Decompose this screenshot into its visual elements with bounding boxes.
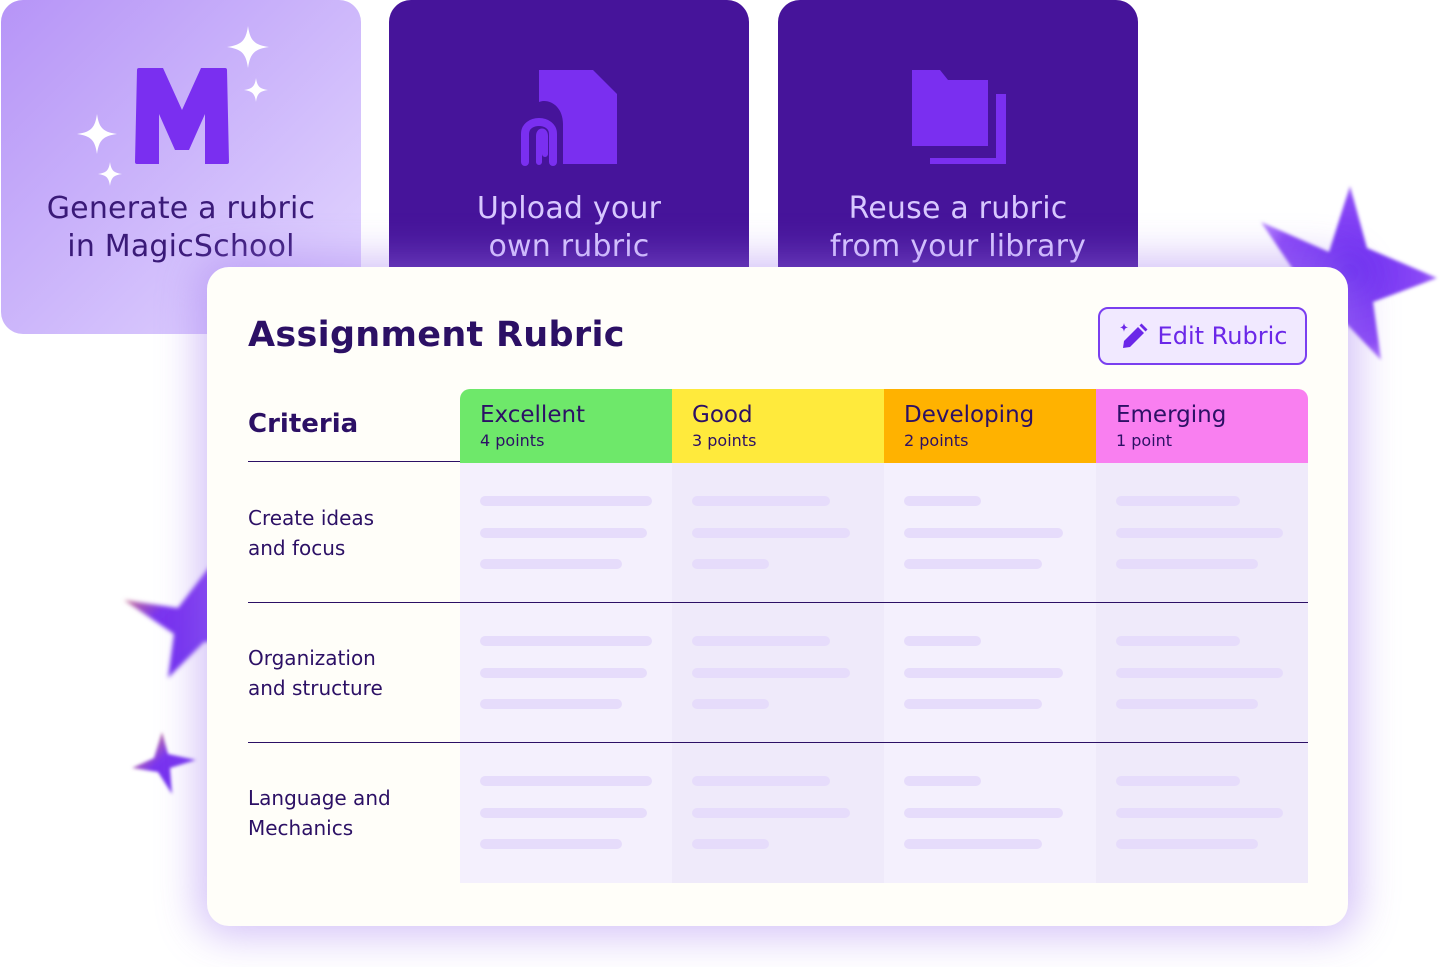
magic-pencil-icon [1119,323,1148,348]
placeholder-line [1116,668,1283,678]
placeholder-line [480,636,652,646]
level-name: Emerging [1116,402,1227,428]
level-header-emerging: Emerging 1 point [1096,389,1308,463]
placeholder-line [1116,776,1240,786]
level-name: Good [692,402,753,428]
row-divider [248,602,1308,603]
placeholder-line [692,808,850,818]
placeholder-line [1116,559,1258,569]
criteria-header: Criteria [248,409,359,439]
sparkle-icon [98,162,122,186]
placeholder-line [692,528,850,538]
placeholder-line [904,776,981,786]
placeholder-line [480,776,652,786]
placeholder-line [692,559,769,569]
placeholder-line [1116,528,1283,538]
placeholder-line [904,699,1042,709]
placeholder-line [692,776,830,786]
placeholder-line [1116,839,1258,849]
placeholder-line [1116,808,1283,818]
header-divider [248,461,460,462]
placeholder-line [480,528,647,538]
placeholder-line [904,808,1063,818]
level-points: 1 point [1116,431,1173,450]
placeholder-line [904,559,1042,569]
sparkle-icon [77,114,117,154]
reuse-rubric-label: Reuse a rubric from your library [829,191,1087,264]
placeholder-line [904,636,981,646]
folder-stack-icon [912,70,1006,164]
placeholder-line [904,668,1063,678]
level-points: 3 points [692,431,757,450]
level-points: 4 points [480,431,545,450]
placeholder-line [904,496,981,506]
placeholder-line [692,636,830,646]
placeholder-line [904,839,1042,849]
level-header-good: Good 3 points [672,389,884,463]
edit-rubric-button[interactable]: Edit Rubric [1098,307,1307,365]
placeholder-line [692,668,850,678]
placeholder-line [480,668,647,678]
sparkle-icon [227,26,269,68]
row-divider [248,742,1308,743]
generate-rubric-label: Generate a rubric in MagicSchool [46,191,316,264]
placeholder-line [1116,636,1240,646]
rubric-title: Assignment Rubric [248,315,625,355]
placeholder-line [692,699,769,709]
placeholder-line [692,839,769,849]
level-header-developing: Developing 2 points [884,389,1096,463]
placeholder-line [692,496,830,506]
level-header-excellent: Excellent 4 points [460,389,672,463]
placeholder-line [480,496,652,506]
criteria-row-label: Organization and structure [248,646,383,700]
level-points: 2 points [904,431,969,450]
document-clip-icon [521,70,617,166]
placeholder-line [480,839,622,849]
criteria-row-label: Language and Mechanics [248,786,391,840]
placeholder-line [1116,699,1258,709]
upload-rubric-label: Upload your own rubric [476,191,662,264]
placeholder-line [480,699,622,709]
level-name: Developing [904,402,1035,428]
edit-rubric-label: Edit Rubric [1157,322,1288,350]
placeholder-line [1116,496,1240,506]
criteria-row-label: Create ideas and focus [248,506,375,560]
placeholder-line [480,559,622,569]
placeholder-line [904,528,1063,538]
placeholder-line [480,808,647,818]
sparkle-icon [244,78,268,102]
rubric-panel: Assignment Rubric Edit Rubric Criteria E… [207,267,1348,926]
small-star-decoration [132,732,196,794]
magicschool-m-icon [135,68,229,164]
level-name: Excellent [480,402,586,428]
